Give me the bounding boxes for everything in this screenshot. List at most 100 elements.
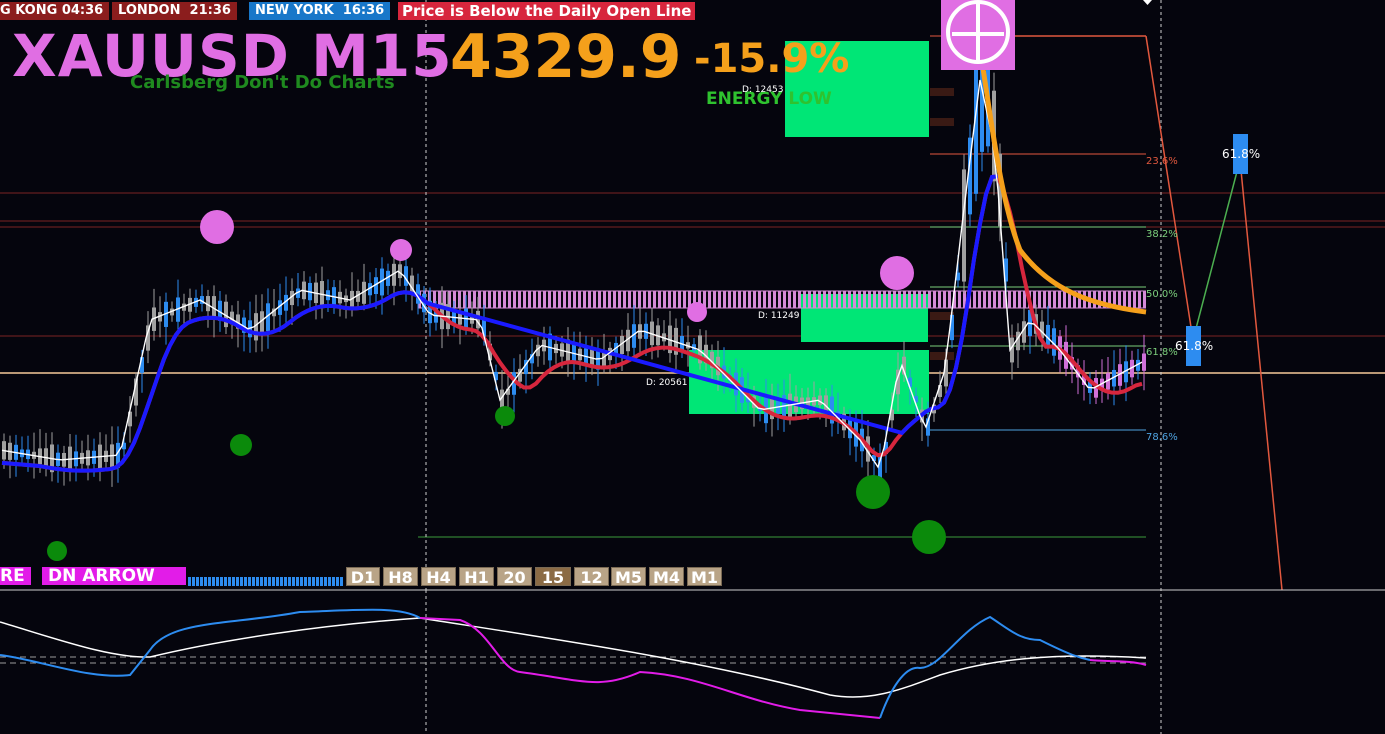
band-stripe <box>1063 291 1066 308</box>
band-stripe <box>933 291 936 308</box>
progress-tick <box>228 577 231 586</box>
band-stripe <box>1058 291 1061 308</box>
band-stripe <box>743 291 746 308</box>
band-stripe <box>993 291 996 308</box>
peak-marker <box>390 239 412 261</box>
band-stripe <box>888 291 891 308</box>
band-stripe <box>488 291 491 308</box>
timeframe-button-h4[interactable]: H4 <box>421 567 456 587</box>
fib-label-382: 38.2% <box>1146 229 1178 240</box>
timeframe-button-m5[interactable]: M5 <box>611 567 646 587</box>
progress-tick <box>296 577 299 586</box>
peak-marker <box>687 302 707 322</box>
trough-marker <box>47 541 67 561</box>
band-stripe <box>588 291 591 308</box>
band-stripe <box>903 291 906 308</box>
band-stripe <box>533 291 536 308</box>
progress-tick <box>316 577 319 586</box>
band-stripe <box>473 291 476 308</box>
band-stripe <box>638 291 641 308</box>
progress-tick <box>300 577 303 586</box>
dn-arrow-signal: DN ARROW <box>42 567 186 585</box>
band-stripe <box>1008 291 1011 308</box>
band-stripe <box>753 291 756 308</box>
daily-open-alert: Price is Below the Daily Open Line <box>398 2 696 20</box>
band-stripe <box>558 291 561 308</box>
price-chart[interactable] <box>0 0 1385 734</box>
progress-tick <box>328 577 331 586</box>
band-stripe <box>603 291 606 308</box>
band-stripe <box>808 291 811 308</box>
clock-new-york: NEW YORK 16:36 <box>249 2 391 20</box>
band-stripe <box>983 291 986 308</box>
clock-london: LONDON 21:36 <box>112 2 237 20</box>
timeframe-button-h8[interactable]: H8 <box>383 567 418 587</box>
band-stripe <box>513 291 516 308</box>
band-stripe <box>848 291 851 308</box>
band-stripe <box>758 291 761 308</box>
timeframe-button-20[interactable]: 20 <box>497 567 532 587</box>
band-stripe <box>828 291 831 308</box>
band-stripe <box>538 291 541 308</box>
chart-subtitle: Carlsberg Don't Do Charts <box>130 72 395 93</box>
progress-tick <box>192 577 195 586</box>
progress-tick <box>220 577 223 586</box>
timeframe-button-m4[interactable]: M4 <box>649 567 684 587</box>
progress-tick <box>280 577 283 586</box>
trough-marker <box>856 475 890 509</box>
progress-tick <box>188 577 191 586</box>
oscillator-main-up <box>879 615 1091 719</box>
band-stripe <box>798 291 801 308</box>
timeframe-button-h1[interactable]: H1 <box>459 567 494 587</box>
band-stripe <box>1013 291 1016 308</box>
band-stripe <box>503 291 506 308</box>
progress-tick <box>240 577 243 586</box>
band-stripe <box>978 291 981 308</box>
timeframe-button-d1[interactable]: D1 <box>346 567 380 587</box>
band-stripe <box>683 291 686 308</box>
progress-tick <box>320 577 323 586</box>
projection-line <box>1239 159 1283 591</box>
progress-tick <box>312 577 315 586</box>
band-stripe <box>793 291 796 308</box>
trough-marker <box>912 520 946 554</box>
band-stripe <box>878 291 881 308</box>
band-stripe <box>803 291 806 308</box>
band-stripe <box>628 291 631 308</box>
band-stripe <box>948 291 951 308</box>
timeframe-button-12[interactable]: 12 <box>574 567 609 587</box>
progress-tick <box>224 577 227 586</box>
clock-city: G KONG <box>0 3 58 18</box>
band-stripe <box>938 291 941 308</box>
band-stripe <box>508 291 511 308</box>
timeframe-button-15[interactable]: 15 <box>535 567 571 587</box>
band-stripe <box>583 291 586 308</box>
band-stripe <box>733 291 736 308</box>
band-stripe <box>1038 291 1041 308</box>
timeframe-button-m1[interactable]: M1 <box>687 567 722 587</box>
progress-tick <box>340 577 343 586</box>
band-stripe <box>1128 291 1131 308</box>
progress-tick <box>244 577 247 586</box>
band-stripe <box>843 291 846 308</box>
band-stripe <box>618 291 621 308</box>
fib-label-500: 50.0% <box>1146 289 1178 300</box>
band-stripe <box>498 291 501 308</box>
band-stripe <box>613 291 616 308</box>
band-stripe <box>673 291 676 308</box>
band-stripe <box>998 291 1001 308</box>
clock-hong-kong: G KONG 04:36 <box>0 2 110 20</box>
band-stripe <box>838 291 841 308</box>
peak-marker <box>880 256 914 290</box>
band-stripe <box>958 291 961 308</box>
clock-city: NEW YORK <box>255 3 334 18</box>
progress-tick <box>272 577 275 586</box>
band-stripe <box>788 291 791 308</box>
band-stripe <box>863 291 866 308</box>
oscillator-main-down <box>419 617 881 719</box>
level-marker <box>930 352 954 360</box>
progress-tick <box>204 577 207 586</box>
percent-change: -15.9% <box>694 36 850 82</box>
progress-tick <box>196 577 199 586</box>
band-stripe <box>973 291 976 308</box>
